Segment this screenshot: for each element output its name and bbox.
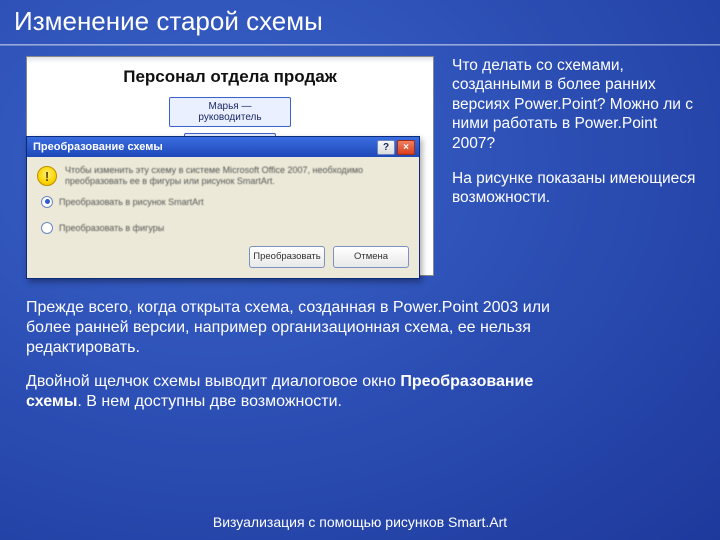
org-box-manager: Марья — руководитель [169, 97, 291, 127]
right-paragraph-1: Что делать со схемами, созданными в боле… [452, 56, 700, 153]
radio-icon [41, 222, 53, 234]
slide: Изменение старой схемы Персонал отдела п… [0, 0, 720, 540]
dialog-title-text: Преобразование схемы [33, 141, 163, 153]
radio-label: Преобразовать в фигуры [59, 223, 164, 233]
convert-dialog: Преобразование схемы ? × ! Чтобы изменит… [26, 136, 420, 279]
right-paragraph-2: На рисунке показаны имеющиеся возможност… [452, 169, 700, 208]
text-fragment: . В нем доступны две возможности. [77, 393, 342, 410]
close-button[interactable]: × [397, 140, 415, 155]
org-box-line: руководитель [198, 112, 261, 123]
radio-icon [41, 196, 53, 208]
lower-text: Прежде всего, когда открыта схема, созда… [26, 298, 572, 426]
lower-paragraph-2: Двойной щелчок схемы выводит диалоговое … [26, 372, 572, 412]
radio-option-shapes[interactable]: Преобразовать в фигуры [41, 222, 409, 234]
right-column: Что делать со схемами, созданными в боле… [452, 56, 700, 224]
warning-icon: ! [37, 166, 57, 186]
lower-paragraph-1: Прежде всего, когда открыта схема, созда… [26, 298, 572, 358]
slide-title: Изменение старой схемы [14, 6, 323, 37]
text-fragment: Двойной щелчок схемы выводит диалоговое … [26, 373, 400, 390]
dialog-titlebar: Преобразование схемы ? × [27, 137, 419, 157]
radio-label: Преобразовать в рисунок SmartArt [59, 197, 204, 207]
cancel-button[interactable]: Отмена [333, 246, 409, 268]
dialog-warning-text: Чтобы изменить эту схему в системе Micro… [65, 165, 409, 188]
slide-footer: Визуализация с помощью рисунков Smart.Ar… [0, 514, 720, 530]
radio-option-smartart[interactable]: Преобразовать в рисунок SmartArt [41, 196, 409, 208]
help-button[interactable]: ? [377, 140, 395, 155]
org-box-line: Марья — [209, 101, 252, 112]
org-chart-title: Персонал отдела продаж [27, 57, 433, 91]
convert-button[interactable]: Преобразовать [249, 246, 325, 268]
dialog-body: ! Чтобы изменить эту схему в системе Mic… [27, 157, 419, 278]
title-rule [0, 44, 720, 46]
